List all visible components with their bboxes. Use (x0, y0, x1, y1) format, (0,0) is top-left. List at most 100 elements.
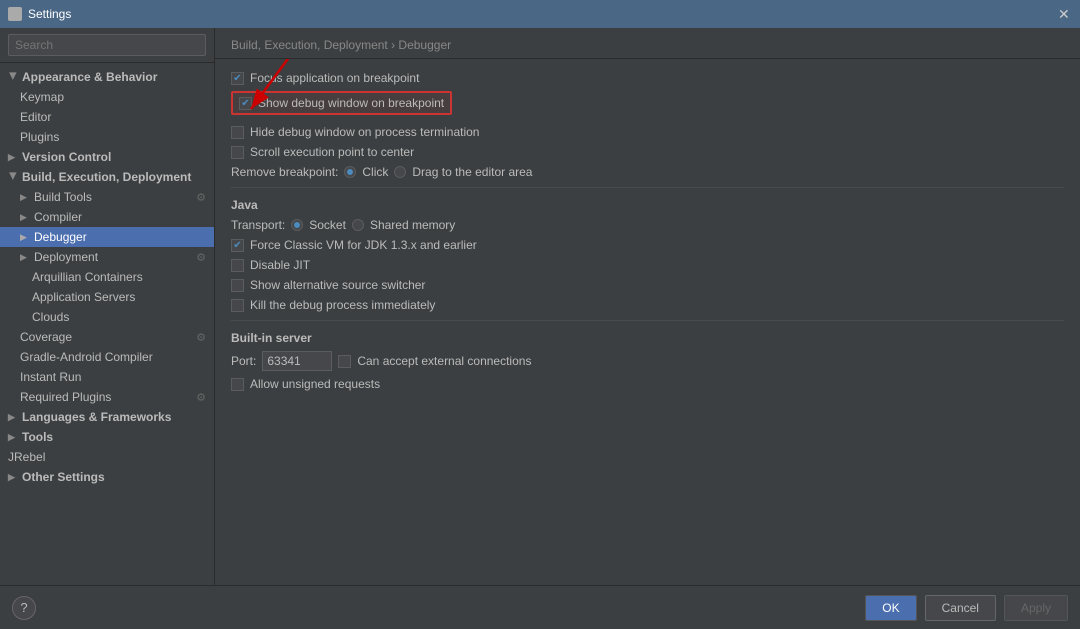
expand-arrow-vc: ▶ (8, 152, 18, 163)
gear-icon-required-plugins: ⚙ (196, 391, 206, 404)
scroll-execution-checkbox[interactable] (231, 146, 244, 159)
force-classic-label: Force Classic VM for JDK 1.3.x and earli… (250, 238, 477, 252)
show-alt-label: Show alternative source switcher (250, 278, 425, 292)
expand-arrow-build: ▶ (8, 172, 19, 182)
bottom-buttons: OK Cancel Apply (865, 595, 1068, 621)
sidebar-item-debugger[interactable]: ▶ Debugger (0, 227, 214, 247)
breadcrumb: Build, Execution, Deployment › Debugger (215, 28, 1080, 59)
scroll-execution-row: Scroll execution point to center (231, 145, 1064, 159)
transport-label: Transport: (231, 218, 285, 232)
cancel-button[interactable]: Cancel (925, 595, 996, 621)
allow-unsigned-checkbox[interactable] (231, 378, 244, 391)
show-alt-checkbox[interactable] (231, 279, 244, 292)
expand-arrow-languages: ▶ (8, 412, 18, 423)
sidebar-item-arquillian[interactable]: Arquillian Containers (0, 267, 214, 287)
settings-window: Settings ✕ ▶ Appearance & Behavior Keyma… (0, 0, 1080, 629)
sidebar-item-jrebel[interactable]: JRebel (0, 447, 214, 467)
gear-icon-build-tools: ⚙ (196, 191, 206, 204)
sidebar-item-gradle-android[interactable]: Gradle-Android Compiler (0, 347, 214, 367)
bottom-bar: ? OK Cancel Apply (0, 585, 1080, 629)
ok-button[interactable]: OK (865, 595, 916, 621)
sidebar-item-plugins[interactable]: Plugins (0, 127, 214, 147)
sidebar-item-compiler[interactable]: ▶ Compiler (0, 207, 214, 227)
expand-arrow-debugger: ▶ (20, 232, 30, 243)
expand-arrow-other: ▶ (8, 472, 18, 483)
title-bar-left: Settings (8, 7, 71, 21)
separator-1 (231, 187, 1064, 188)
focus-breakpoint-row: ✔ Focus application on breakpoint (231, 71, 1064, 85)
disable-jit-checkbox[interactable] (231, 259, 244, 272)
show-debug-row: ✔ Show debug window on breakpoint (231, 91, 452, 115)
main-content: Build, Execution, Deployment › Debugger … (215, 28, 1080, 585)
apply-button[interactable]: Apply (1004, 595, 1068, 621)
scroll-execution-label: Scroll execution point to center (250, 145, 414, 159)
transport-row: Transport: Socket Shared memory (231, 218, 1064, 232)
gear-icon-coverage: ⚙ (196, 331, 206, 344)
expand-arrow-build-tools: ▶ (20, 192, 30, 203)
allow-unsigned-row: Allow unsigned requests (231, 377, 1064, 391)
remove-click-label: Click (362, 165, 388, 179)
remove-breakpoint-row: Remove breakpoint: Click Drag to the edi… (231, 165, 1064, 179)
sidebar-item-appearance[interactable]: ▶ Appearance & Behavior (0, 67, 214, 87)
sidebar-item-other-settings[interactable]: ▶ Other Settings (0, 467, 214, 487)
sidebar: ▶ Appearance & Behavior Keymap Editor Pl… (0, 28, 215, 585)
transport-shared-label: Shared memory (370, 218, 455, 232)
remove-click-radio[interactable] (344, 166, 356, 178)
search-input[interactable] (8, 34, 206, 56)
help-button[interactable]: ? (12, 596, 36, 620)
can-accept-checkbox[interactable] (338, 355, 351, 368)
sidebar-item-required-plugins[interactable]: Required Plugins ⚙ (0, 387, 214, 407)
content-area: ▶ Appearance & Behavior Keymap Editor Pl… (0, 28, 1080, 585)
sidebar-item-keymap[interactable]: Keymap (0, 87, 214, 107)
transport-socket-radio[interactable] (291, 219, 303, 231)
expand-arrow-tools: ▶ (8, 432, 18, 443)
sidebar-item-editor[interactable]: Editor (0, 107, 214, 127)
hide-debug-label: Hide debug window on process termination (250, 125, 479, 139)
expand-arrow-appearance: ▶ (8, 72, 19, 82)
remove-drag-label: Drag to the editor area (412, 165, 532, 179)
kill-debug-row: Kill the debug process immediately (231, 298, 1064, 312)
transport-shared-radio[interactable] (352, 219, 364, 231)
sidebar-item-build-execution[interactable]: ▶ Build, Execution, Deployment (0, 167, 214, 187)
separator-2 (231, 320, 1064, 321)
settings-icon (8, 7, 22, 21)
port-label: Port: (231, 354, 256, 368)
nav-tree: ▶ Appearance & Behavior Keymap Editor Pl… (0, 63, 214, 585)
kill-debug-checkbox[interactable] (231, 299, 244, 312)
builtin-server-header: Built-in server (231, 331, 1064, 345)
kill-debug-label: Kill the debug process immediately (250, 298, 435, 312)
allow-unsigned-label: Allow unsigned requests (250, 377, 380, 391)
hide-debug-checkbox[interactable] (231, 126, 244, 139)
search-box (0, 28, 214, 63)
sidebar-item-coverage[interactable]: Coverage ⚙ (0, 327, 214, 347)
port-row: Port: Can accept external connections (231, 351, 1064, 371)
hide-debug-row: Hide debug window on process termination (231, 125, 1064, 139)
sidebar-item-version-control[interactable]: ▶ Version Control (0, 147, 214, 167)
gear-icon-deployment: ⚙ (196, 251, 206, 264)
show-alt-row: Show alternative source switcher (231, 278, 1064, 292)
transport-socket-label: Socket (309, 218, 346, 232)
sidebar-item-deployment[interactable]: ▶ Deployment ⚙ (0, 247, 214, 267)
close-button[interactable]: ✕ (1058, 7, 1072, 21)
title-bar: Settings ✕ (0, 0, 1080, 28)
focus-breakpoint-label: Focus application on breakpoint (250, 71, 419, 85)
show-debug-label: Show debug window on breakpoint (258, 96, 444, 110)
sidebar-item-app-servers[interactable]: Application Servers (0, 287, 214, 307)
force-classic-checkbox[interactable]: ✔ (231, 239, 244, 252)
settings-panel: ✔ Focus application on breakpoint ✔ Show… (215, 59, 1080, 585)
port-input[interactable] (262, 351, 332, 371)
disable-jit-label: Disable JIT (250, 258, 310, 272)
sidebar-item-languages[interactable]: ▶ Languages & Frameworks (0, 407, 214, 427)
window-title: Settings (28, 7, 71, 21)
focus-breakpoint-checkbox[interactable]: ✔ (231, 72, 244, 85)
remove-breakpoint-label: Remove breakpoint: (231, 165, 338, 179)
expand-arrow-deployment: ▶ (20, 252, 30, 263)
sidebar-item-build-tools[interactable]: ▶ Build Tools ⚙ (0, 187, 214, 207)
expand-arrow-compiler: ▶ (20, 212, 30, 223)
show-debug-checkbox[interactable]: ✔ (239, 97, 252, 110)
sidebar-item-clouds[interactable]: Clouds (0, 307, 214, 327)
sidebar-item-tools[interactable]: ▶ Tools (0, 427, 214, 447)
can-accept-label: Can accept external connections (357, 354, 531, 368)
remove-drag-radio[interactable] (394, 166, 406, 178)
sidebar-item-instant-run[interactable]: Instant Run (0, 367, 214, 387)
